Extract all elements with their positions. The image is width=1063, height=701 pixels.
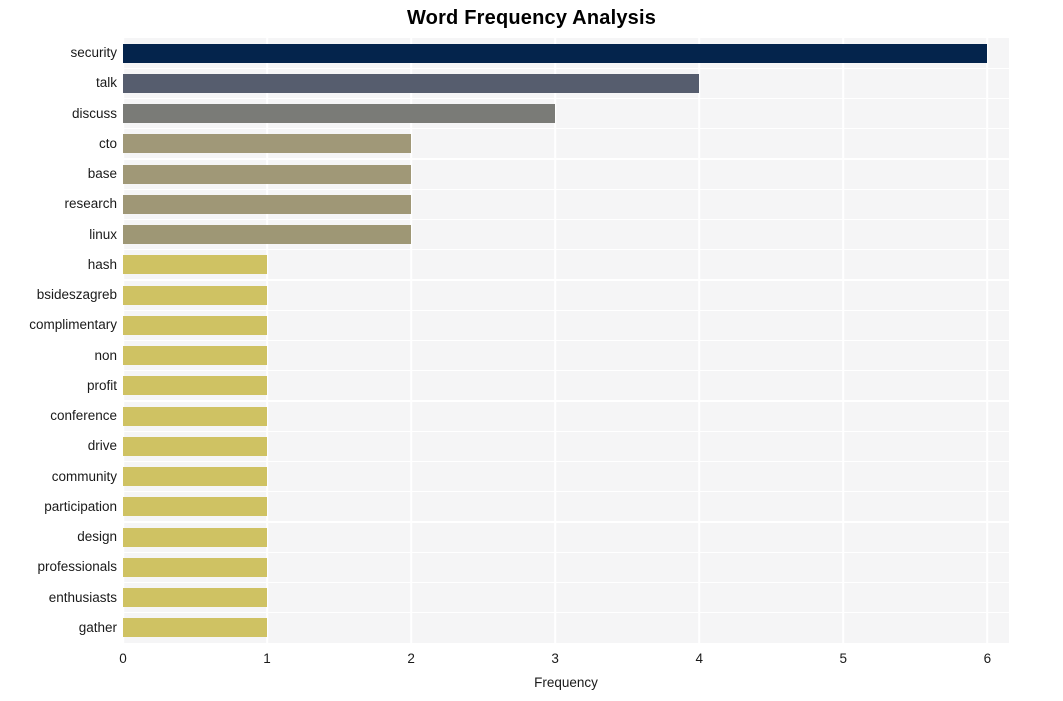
bar[interactable] — [123, 618, 268, 638]
bar[interactable] — [123, 406, 268, 426]
x-tick-label: 4 — [695, 651, 704, 666]
bar-series — [123, 38, 1009, 643]
word-frequency-chart-figure: Word Frequency Analysis security talk disc… — [0, 0, 1063, 701]
bar[interactable] — [123, 346, 268, 366]
y-tick-label: hash — [87, 256, 117, 272]
y-tick-label: non — [94, 347, 117, 363]
x-axis-tick-labels: 0 1 2 3 4 5 6 — [119, 643, 1009, 673]
y-tick-label: base — [87, 166, 117, 182]
y-tick-label: complimentary — [29, 317, 117, 333]
chart-title: Word Frequency Analysis — [406, 7, 657, 29]
y-tick-label: design — [77, 529, 117, 545]
y-tick-label: research — [64, 196, 117, 212]
bar[interactable] — [123, 376, 268, 396]
bar[interactable] — [123, 436, 268, 456]
y-tick-label: drive — [87, 438, 117, 454]
y-tick-label: gather — [78, 619, 117, 635]
bar[interactable] — [123, 467, 268, 487]
bar[interactable] — [123, 164, 412, 184]
bar[interactable] — [123, 73, 700, 93]
bar[interactable] — [123, 104, 556, 124]
y-tick-label: security — [70, 45, 117, 61]
bar[interactable] — [123, 43, 988, 63]
x-tick-label: 3 — [551, 651, 559, 666]
y-tick-label: cto — [98, 135, 117, 151]
y-tick-label: bsideszagreb — [36, 287, 117, 303]
y-axis-tick-labels: security talk discuss cto base research linux h… — [0, 38, 117, 643]
bar[interactable] — [123, 225, 412, 245]
bar[interactable] — [123, 255, 268, 275]
x-axis-label: Frequency — [534, 675, 598, 690]
y-tick-label: talk — [95, 75, 117, 91]
y-tick-label: professionals — [37, 559, 117, 575]
x-tick-label: 1 — [263, 651, 271, 666]
x-tick-label: 5 — [839, 651, 848, 666]
bar[interactable] — [123, 315, 268, 335]
bar[interactable] — [123, 557, 268, 577]
bar[interactable] — [123, 285, 268, 305]
bar[interactable] — [123, 497, 268, 517]
x-tick-label: 6 — [983, 651, 992, 666]
bar[interactable] — [123, 194, 412, 214]
y-tick-label: linux — [89, 226, 117, 242]
y-tick-label: enthusiasts — [48, 589, 117, 605]
y-tick-label: participation — [44, 498, 117, 514]
bar[interactable] — [123, 588, 268, 608]
x-tick-label: 2 — [407, 651, 415, 666]
y-tick-label: community — [51, 468, 117, 484]
y-tick-label: discuss — [71, 105, 117, 121]
bar[interactable] — [123, 134, 412, 154]
y-tick-label: profit — [86, 377, 117, 393]
x-tick-label: 0 — [119, 651, 127, 666]
bar[interactable] — [123, 527, 268, 547]
plot-area — [122, 38, 1009, 643]
y-tick-label: conference — [50, 408, 117, 424]
